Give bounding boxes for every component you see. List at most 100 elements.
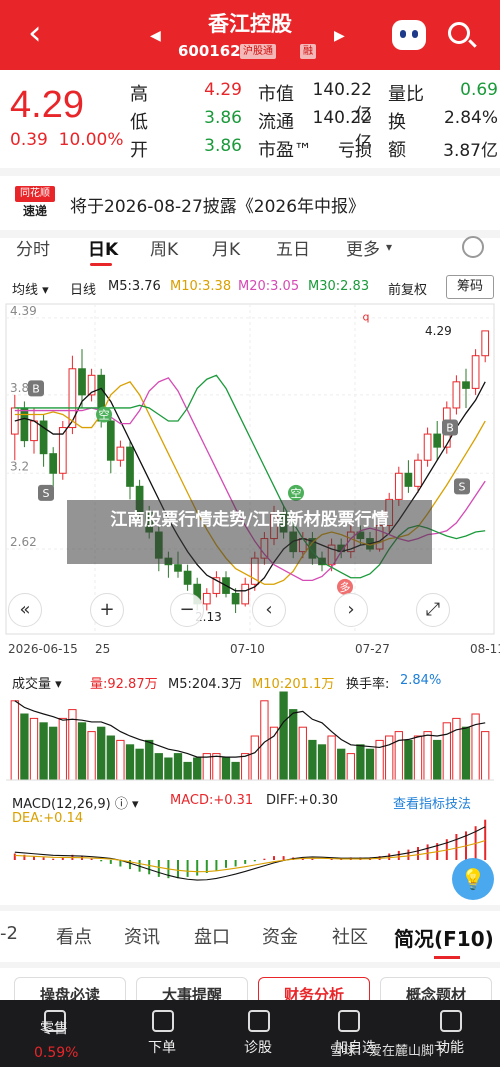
tab-3[interactable]: 月K — [212, 235, 240, 260]
divider — [0, 905, 500, 911]
y-tick-label: 3.2 — [10, 459, 29, 473]
next-stock-icon[interactable]: ▶ — [334, 28, 345, 44]
y-tick-label: 4.39 — [10, 304, 37, 318]
settings-gear-icon[interactable] — [462, 236, 484, 258]
price-change: 0.39 10.00% — [10, 130, 124, 150]
candle — [404, 472, 413, 487]
bottom-tab-4[interactable]: 资金 — [262, 923, 298, 949]
volume-bar — [241, 753, 250, 781]
bottom-tab-6[interactable]: 简况(F10) — [394, 923, 494, 952]
fullscreen-icon[interactable]: ⤢ — [416, 593, 450, 627]
zoom-out-icon[interactable]: − — [170, 593, 204, 627]
tab-0[interactable]: 分时 — [16, 235, 50, 260]
period-line: 日线 — [70, 283, 97, 298]
volume-bar — [221, 757, 231, 781]
news-logo: 同花顺 速递 — [15, 186, 55, 220]
volume-bar — [442, 722, 451, 781]
candle — [462, 381, 470, 389]
marker-label: 空 — [291, 486, 302, 500]
chips-button[interactable]: 筹码 — [446, 275, 494, 299]
stat-value: 3.87亿 — [443, 141, 498, 161]
volume-bar — [145, 739, 154, 781]
stat-value: 0.69 — [460, 80, 498, 100]
marker-label: 多 — [340, 580, 351, 594]
margin-badge: 融 — [300, 44, 316, 59]
bottom-tab-1[interactable]: 看点 — [56, 923, 92, 949]
tab-1[interactable]: 日K — [88, 235, 118, 260]
marker-label: 空 — [99, 407, 110, 421]
ma30-value: M30:2.83 — [308, 279, 370, 294]
volume-bar — [394, 731, 403, 781]
volume-bar — [461, 726, 471, 781]
candle — [241, 583, 250, 605]
bottom-tab-0[interactable]: -2 — [0, 923, 18, 944]
stat-value: 3.86 — [204, 136, 242, 156]
next-icon[interactable]: › — [334, 593, 368, 627]
candle — [481, 330, 490, 357]
nav-item-2[interactable]: 诊股 — [244, 1037, 272, 1057]
candle — [394, 472, 403, 500]
prev-icon[interactable]: ‹ — [252, 593, 286, 627]
article-title-overlay: 江南股票行情走势/江南新材股票行情 — [67, 500, 432, 564]
active-tab-indicator — [90, 263, 112, 266]
ma-selector[interactable]: 均线 ▾ — [12, 279, 49, 298]
tab-4[interactable]: 五日 — [276, 235, 310, 260]
stat-value: 3.86 — [204, 108, 242, 128]
nav-item-0[interactable]: 零售 — [40, 1018, 68, 1038]
stat-label: 高 — [130, 84, 148, 105]
current-price: 4.29 — [10, 84, 84, 126]
volume-bar — [154, 753, 163, 781]
volume-bar — [49, 726, 58, 781]
volume-bar — [404, 739, 413, 781]
volume-bar — [106, 735, 115, 781]
volume-bar — [279, 691, 288, 781]
candle — [231, 592, 240, 605]
scroll-left-icon[interactable]: « — [8, 593, 42, 627]
volume-bar — [20, 713, 29, 781]
volume-bar — [308, 739, 317, 781]
volume-bar — [231, 761, 240, 781]
macd-value: MACD:+0.31 — [170, 793, 254, 808]
marker-label: q — [363, 311, 370, 324]
bottom-tab-2[interactable]: 资讯 — [124, 923, 160, 949]
volume-bar — [433, 739, 442, 781]
volume-bar — [68, 709, 77, 781]
search-icon[interactable] — [448, 22, 470, 44]
zoom-in-icon[interactable]: + — [90, 593, 124, 627]
top-header: ‹ ◀ 香江控股 600162 沪股通 融 ▶ — [0, 0, 500, 70]
nav-item-1[interactable]: 下单 — [148, 1037, 176, 1057]
volume-bar — [452, 717, 461, 781]
adjust-selector[interactable]: 前复权 — [388, 279, 427, 298]
volume-bar — [212, 753, 221, 781]
tab-5[interactable]: 更多 — [346, 235, 380, 260]
divider — [0, 962, 500, 968]
stat-label: 量比 — [388, 84, 424, 105]
x-tick-label: 08-11 — [470, 642, 500, 656]
bottom-tab-5[interactable]: 社区 — [332, 923, 368, 949]
announcement-bar[interactable]: 同花顺 速递 将于2026-08-27披露《2026年中报》 — [0, 168, 500, 222]
ma5-value: M5:3.76 — [108, 279, 161, 294]
volume-bar — [97, 726, 106, 781]
stock-code: 600162 — [178, 42, 241, 60]
volume-bar — [356, 744, 365, 781]
volume-bar — [164, 757, 173, 781]
volume-bar — [116, 739, 125, 781]
candle — [49, 453, 58, 474]
x-tick-label: 2026-06-15 — [8, 642, 78, 656]
volume-chart — [6, 691, 494, 781]
volume-bar — [327, 735, 336, 781]
candle — [174, 564, 182, 572]
chart-period-tabs — [0, 230, 500, 264]
lightbulb-icon[interactable]: 💡 — [452, 858, 494, 900]
volume-bar — [289, 709, 298, 781]
x-tick-label: 07-27 — [355, 642, 390, 656]
turnover-value: 2.84% — [400, 673, 442, 688]
tab-2[interactable]: 周K — [150, 235, 178, 260]
nav-icon-1 — [152, 1010, 174, 1032]
volume-bar — [173, 753, 183, 781]
more-chevron-icon[interactable]: ▾ — [386, 240, 392, 254]
candle — [20, 407, 29, 442]
bottom-tab-3[interactable]: 盘口 — [194, 923, 230, 949]
assistant-robot-icon[interactable] — [392, 20, 426, 50]
candle — [423, 433, 432, 461]
